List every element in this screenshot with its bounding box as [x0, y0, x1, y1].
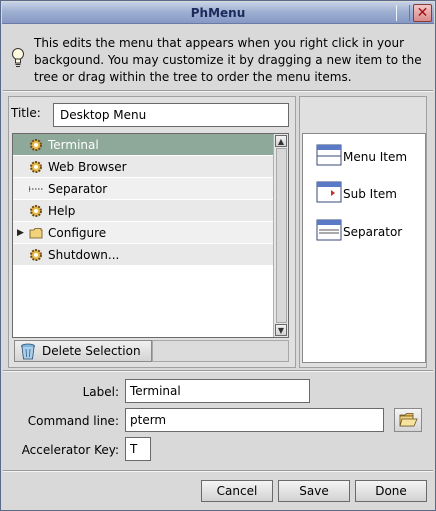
separator-icon: [29, 186, 43, 192]
tree-row-label: Separator: [48, 182, 108, 196]
tree-scrollbar[interactable]: ▲ ▼: [273, 134, 288, 337]
title-label: Title:: [11, 106, 41, 120]
title-input[interactable]: Desktop Menu: [53, 103, 289, 127]
separator-item-icon: [316, 219, 342, 241]
tree-row-label: Help: [48, 204, 76, 218]
palette-label: Separator: [343, 225, 403, 239]
folder-icon: [29, 228, 43, 239]
tree-row-separator[interactable]: Separator: [13, 178, 273, 200]
lightbulb-icon: [12, 48, 24, 67]
phmenu-window: PhMenu ✕ This edits the menu that appear…: [0, 0, 436, 511]
divider: [3, 470, 433, 472]
accelerator-key-label: Accelerator Key:: [21, 443, 119, 457]
menu-item-icon: [316, 144, 342, 166]
tree-row-label: Web Browser: [48, 160, 127, 174]
menu-tree[interactable]: Terminal Web Browser Separator Help ▶ Co…: [12, 133, 289, 338]
tree-row-shutdown[interactable]: Shutdown...: [13, 244, 273, 266]
item-palette: Menu Item Sub Item Separator: [302, 133, 426, 363]
tree-row-terminal[interactable]: Terminal: [13, 134, 273, 156]
sub-item-icon: [316, 181, 342, 203]
tree-rows: Terminal Web Browser Separator Help ▶ Co…: [13, 134, 273, 266]
delete-selection-button[interactable]: Delete Selection: [14, 340, 152, 362]
expand-arrow-icon[interactable]: ▶: [17, 222, 24, 244]
gear-icon: [30, 139, 42, 151]
label-input[interactable]: Terminal: [125, 379, 310, 403]
tree-row-configure[interactable]: ▶ Configure: [13, 222, 273, 244]
titlebar-grip: [396, 5, 410, 21]
title-bar[interactable]: PhMenu ✕: [2, 2, 434, 24]
accelerator-key-input[interactable]: T: [125, 437, 151, 461]
save-button[interactable]: Save: [278, 480, 350, 502]
cancel-button[interactable]: Cancel: [201, 480, 273, 502]
palette-label: Sub Item: [343, 187, 397, 201]
scroll-up-icon[interactable]: ▲: [275, 135, 287, 147]
open-folder-icon: [399, 413, 418, 427]
palette-label: Menu Item: [343, 150, 408, 164]
divider: [3, 370, 433, 372]
done-button[interactable]: Done: [355, 480, 427, 502]
tree-row-label: Terminal: [48, 138, 99, 152]
browse-folder-button[interactable]: [394, 408, 422, 432]
window-title: PhMenu: [190, 6, 246, 20]
delete-bar-filler: [152, 340, 289, 362]
scroll-down-icon[interactable]: ▼: [275, 324, 287, 336]
close-icon[interactable]: ✕: [413, 4, 432, 22]
gear-icon: [30, 249, 42, 261]
scroll-thumb[interactable]: [276, 148, 287, 323]
divider: [3, 90, 433, 92]
info-text: This edits the menu that appears when yo…: [34, 36, 422, 84]
tree-row-help[interactable]: Help: [13, 200, 273, 222]
command-line-input[interactable]: pterm: [125, 408, 384, 432]
tree-row-label: Configure: [48, 226, 107, 240]
trash-icon: [21, 343, 35, 360]
command-line-label: Command line:: [27, 414, 119, 428]
tree-row-label: Shutdown...: [48, 248, 120, 262]
tree-row-web-browser[interactable]: Web Browser: [13, 156, 273, 178]
gear-icon: [30, 205, 42, 217]
gear-icon: [30, 161, 42, 173]
label-field-label: Label:: [82, 385, 119, 399]
delete-selection-label: Delete Selection: [42, 344, 141, 358]
info-panel: This edits the menu that appears when yo…: [3, 25, 433, 89]
